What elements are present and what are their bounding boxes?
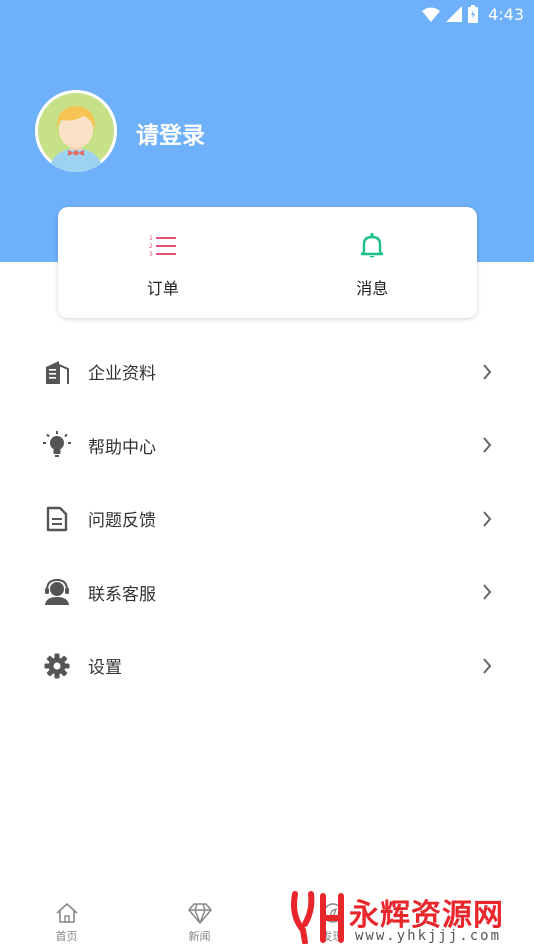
orders-label: 订单 [146, 279, 179, 298]
status-time: 4:43 [488, 4, 524, 24]
menu-item-label: 联系客服 [88, 584, 156, 605]
signal-icon [446, 6, 463, 22]
chevron-right-icon [480, 436, 494, 454]
bell-icon [357, 231, 387, 261]
nav-tab-news[interactable]: 新闻 [133, 892, 266, 950]
menu-item-feedback[interactable]: 问题反馈 [0, 482, 534, 556]
menu-item-settings[interactable]: 设置 [0, 629, 534, 703]
quick-actions-card: 1 2 3 订单 消息 [58, 207, 477, 318]
chevron-right-icon [480, 583, 494, 601]
messages-label: 消息 [356, 279, 389, 298]
svg-text:1: 1 [149, 235, 153, 242]
chevron-right-icon [480, 657, 494, 675]
chevron-right-icon [480, 363, 494, 381]
building-icon [43, 358, 71, 386]
messages-button[interactable]: 消息 [268, 207, 478, 318]
gear-icon [43, 652, 71, 680]
status-bar: 4:43 [0, 0, 534, 28]
menu-item-label: 企业资料 [88, 364, 156, 385]
avatar[interactable] [35, 90, 117, 172]
orders-button[interactable]: 1 2 3 订单 [58, 207, 268, 318]
avatar-icon [35, 90, 117, 172]
battery-icon [468, 5, 479, 23]
settings-menu: 企业资料 帮助中心 问题反馈 联系客服 设置 [0, 335, 534, 703]
login-prompt[interactable]: 请登录 [136, 116, 205, 150]
svg-text:2: 2 [149, 243, 153, 250]
menu-item-customer-service[interactable]: 联系客服 [0, 556, 534, 630]
nav-tab-home[interactable]: 首页 [0, 892, 133, 950]
nav-label: 首页 [55, 930, 78, 943]
watermark-url: www.yhkjjj.com [355, 928, 502, 944]
status-icons: 4:43 [422, 4, 524, 24]
menu-item-company-info[interactable]: 企业资料 [0, 335, 534, 409]
nav-label: 新闻 [188, 930, 211, 943]
watermark-overlay: 永辉资源网 www.yhkjjj.com [285, 884, 534, 950]
home-icon [54, 900, 80, 926]
menu-item-label: 帮助中心 [88, 437, 156, 458]
chevron-right-icon [480, 510, 494, 528]
menu-item-label: 问题反馈 [88, 511, 156, 532]
lightbulb-icon [43, 431, 71, 459]
list-icon: 1 2 3 [148, 231, 178, 261]
menu-item-help-center[interactable]: 帮助中心 [0, 409, 534, 483]
diamond-icon [187, 900, 213, 926]
watermark-logo-icon [291, 891, 344, 944]
headset-icon [43, 578, 71, 606]
document-icon [43, 505, 71, 533]
svg-text:3: 3 [149, 251, 153, 258]
menu-item-label: 设置 [88, 658, 122, 679]
wifi-icon [422, 7, 441, 22]
